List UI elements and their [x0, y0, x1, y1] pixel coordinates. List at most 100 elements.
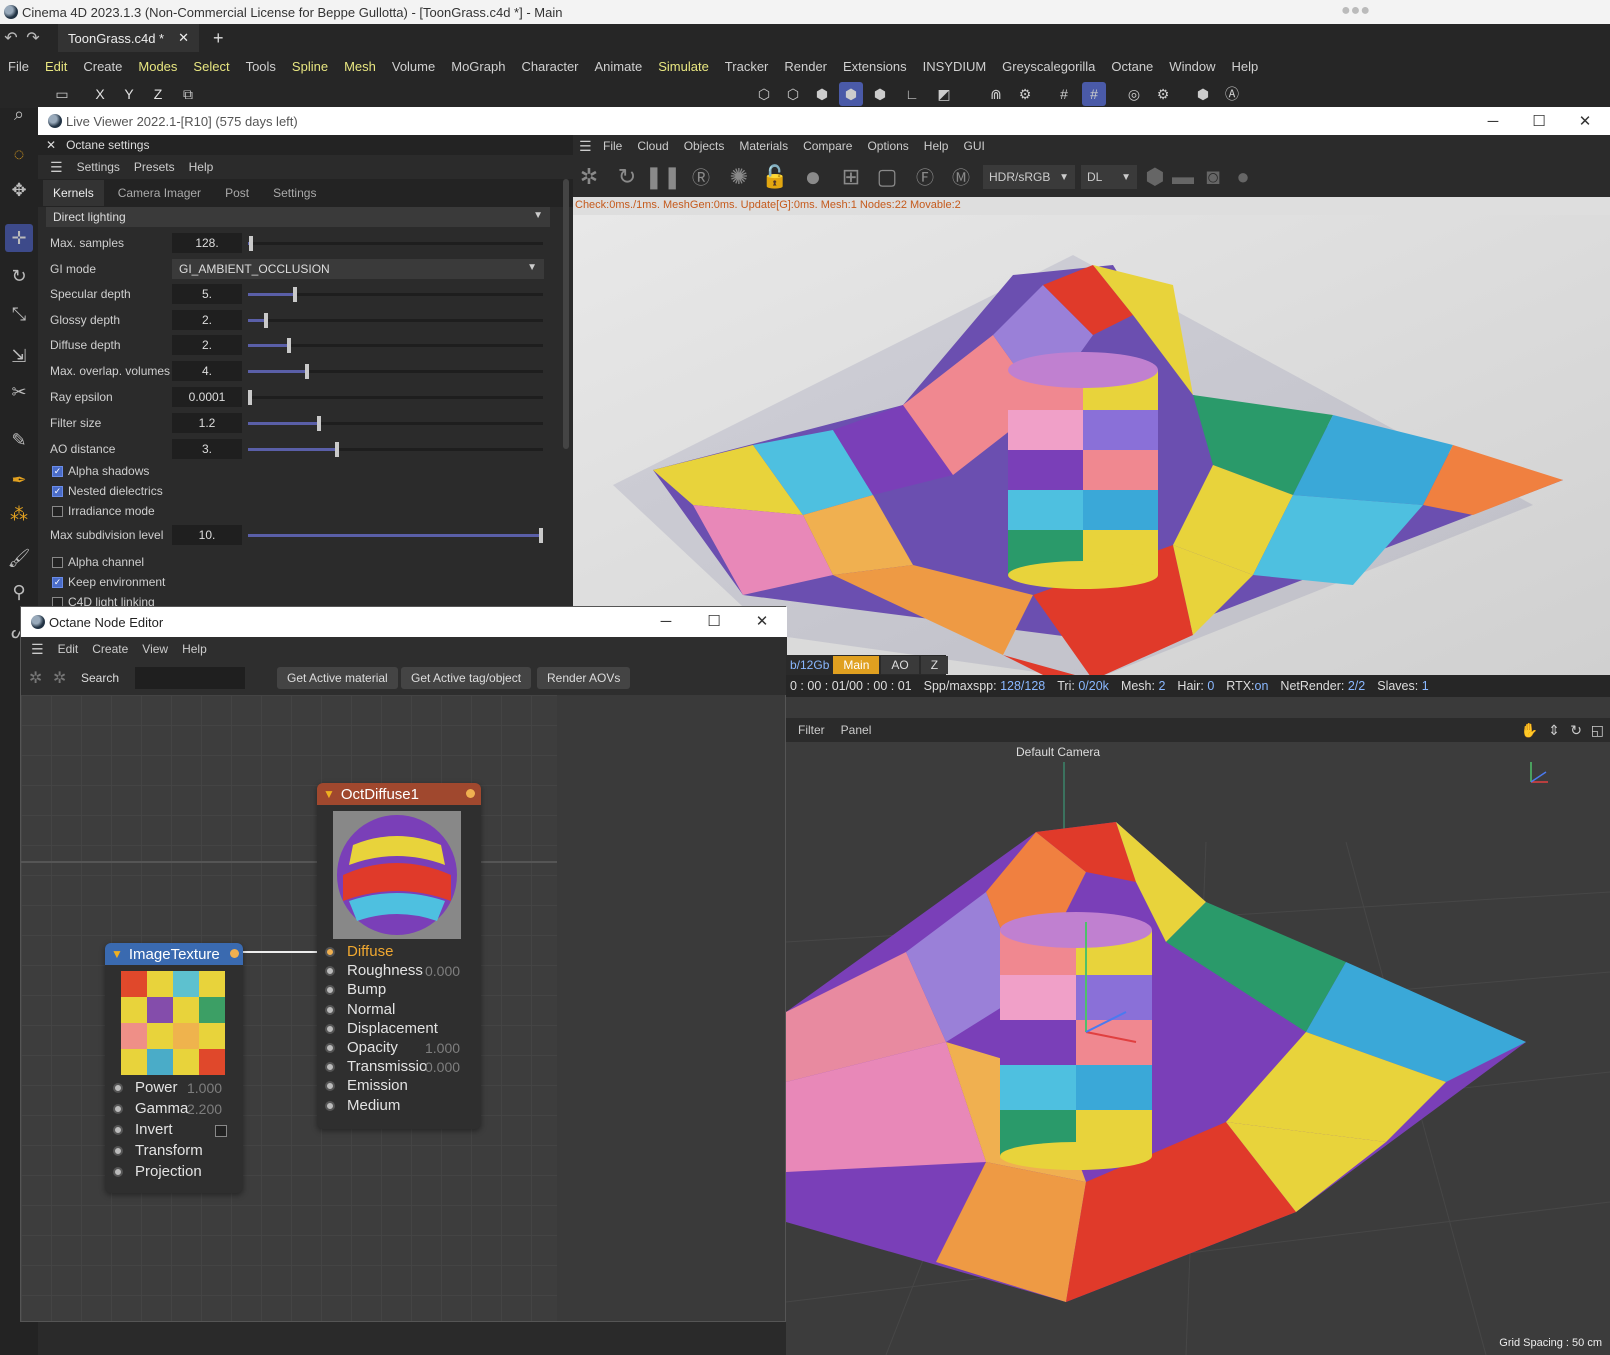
input-pin[interactable] [325, 1100, 335, 1111]
pause-icon[interactable]: ❚❚ [645, 163, 682, 191]
param-value-field[interactable]: 2. [172, 310, 242, 330]
oct-diffuse-node[interactable]: ▼ OctDiffuse1 Diffuse Roughness 0.000 Bump N… [317, 783, 481, 1129]
pass-z-button[interactable]: Z [920, 656, 949, 674]
param-slider[interactable] [248, 313, 543, 328]
search-icon[interactable]: ⌕ [5, 100, 33, 128]
param-value-field[interactable]: 10. [172, 525, 242, 545]
menu-tracker[interactable]: Tracker [725, 59, 769, 74]
coordinate-system-icon[interactable]: ⧉ [176, 82, 200, 106]
checkbox-row[interactable]: Irradiance mode [52, 502, 155, 520]
input-pin[interactable] [325, 1062, 335, 1073]
output-pin[interactable] [230, 949, 239, 958]
param-value-field[interactable]: 0.0001 [172, 387, 242, 407]
hamburger-icon[interactable]: ☰ [579, 138, 592, 155]
pan-icon[interactable]: ✋ [1521, 722, 1538, 739]
select-icon[interactable]: ◌ [5, 140, 33, 168]
menu-volume[interactable]: Volume [392, 59, 435, 74]
checkbox[interactable]: ✓ [52, 576, 63, 588]
output-pin[interactable] [466, 789, 475, 798]
input-pin[interactable] [325, 985, 335, 996]
input-pin[interactable] [325, 947, 335, 957]
spline-tool-icon[interactable]: ✒ [5, 466, 33, 494]
param-slider[interactable] [248, 364, 543, 379]
menu-mograph[interactable]: MoGraph [451, 59, 505, 74]
slider-knob[interactable] [287, 338, 292, 353]
input-pin[interactable] [325, 1004, 335, 1015]
input-pin[interactable] [113, 1083, 123, 1093]
mograph-icon[interactable]: ⁂ [5, 500, 33, 528]
tab-settings[interactable]: Settings [263, 180, 326, 206]
param-slider[interactable] [248, 416, 543, 431]
ne-menu-edit[interactable]: Edit [58, 642, 79, 656]
menu-filter[interactable]: Filter [798, 723, 825, 737]
slider-knob[interactable] [305, 364, 309, 379]
points-mode-icon[interactable]: ⬡ [752, 82, 776, 106]
menu-create[interactable]: Create [83, 59, 122, 74]
menu-modes[interactable]: Modes [138, 59, 177, 74]
checkbox-row[interactable]: ✓ Alpha shadows [52, 462, 149, 480]
menu-file[interactable]: File [8, 59, 29, 74]
sphere-icon[interactable]: ● [1229, 163, 1257, 191]
get-active-material-button[interactable]: Get Active material [277, 667, 398, 689]
render-view-icon[interactable]: ▭ [50, 82, 74, 106]
node-refresh-icon[interactable]: ✲ [53, 668, 66, 688]
sculpt-icon[interactable]: ⚲ [5, 578, 33, 606]
get-active-tag-button[interactable]: Get Active tag/object [401, 667, 532, 689]
move-icon[interactable]: ✛ [5, 224, 33, 252]
close-tab-icon[interactable]: ✕ [178, 30, 189, 46]
material-picker-icon[interactable]: Ⓜ [947, 163, 975, 191]
checkbox[interactable] [52, 556, 63, 568]
menu-edit[interactable]: Edit [45, 59, 67, 74]
dolly-icon[interactable]: ⇕ [1548, 722, 1560, 739]
menu-settings[interactable]: Settings [77, 160, 120, 174]
more-options-icon[interactable]: ●●● [1341, 2, 1370, 20]
menu-greyscalegorilla[interactable]: Greyscalegorilla [1002, 59, 1095, 74]
minimize-icon[interactable]: ─ [1470, 107, 1516, 135]
gi-mode-dropdown[interactable]: GI_AMBIENT_OCCLUSION ▼ [172, 259, 544, 279]
input-pin[interactable] [325, 1081, 335, 1092]
kernel-select[interactable]: DL ▼ [1081, 165, 1137, 189]
workplane-icon[interactable]: ◩ [932, 82, 956, 106]
send-scene-icon[interactable]: ✲ [575, 163, 603, 191]
material-ball-icon[interactable]: ● [799, 161, 827, 192]
kernel-dropdown[interactable]: Direct lighting ▼ [46, 207, 550, 227]
uv-mode-icon[interactable]: ⬢ [868, 82, 892, 106]
slider-knob[interactable] [539, 528, 543, 543]
lv-menu-cloud[interactable]: Cloud [637, 139, 668, 153]
transfer-icon[interactable]: ⇲ [5, 342, 33, 370]
redo-icon[interactable]: ↷ [22, 28, 44, 48]
x-axis-button[interactable]: X [88, 82, 112, 106]
knife-icon[interactable]: ✂ [5, 378, 33, 406]
settings-gear-icon[interactable]: ✺ [725, 163, 753, 191]
lv-menu-gui[interactable]: GUI [963, 139, 984, 153]
menu-insydium[interactable]: INSYDIUM [923, 59, 987, 74]
input-pin[interactable] [113, 1146, 123, 1156]
z-axis-button[interactable]: Z [146, 82, 170, 106]
scale-icon[interactable]: ⤡ [5, 300, 33, 328]
menu-octane[interactable]: Octane [1111, 59, 1153, 74]
close-icon[interactable]: ✕ [1562, 107, 1608, 135]
ne-menu-view[interactable]: View [142, 642, 168, 656]
rotate-icon[interactable]: ↻ [5, 262, 33, 290]
lv-menu-file[interactable]: File [603, 139, 622, 153]
lv-menu-options[interactable]: Options [867, 139, 908, 153]
tab-kernels[interactable]: Kernels [43, 180, 104, 206]
menu-select[interactable]: Select [193, 59, 229, 74]
auto-key-icon[interactable]: Ⓐ [1220, 82, 1244, 106]
restart-render-icon[interactable]: ↻ [613, 163, 641, 191]
lock-icon[interactable]: 🔓 [761, 163, 789, 191]
input-pin[interactable] [113, 1167, 123, 1177]
object-icon[interactable]: ⬢ [1141, 163, 1169, 191]
param-value-field[interactable]: 128. [172, 233, 242, 253]
snap-magnet-icon[interactable]: ⋒ [984, 82, 1008, 106]
render-aovs-button[interactable]: Render AOVs [537, 667, 631, 689]
search-input[interactable] [135, 667, 245, 689]
lv-menu-materials[interactable]: Materials [739, 139, 788, 153]
film-region-icon[interactable]: ▢ [873, 163, 901, 191]
input-pin[interactable] [325, 1043, 335, 1053]
collapse-triangle-icon[interactable]: ▼ [323, 787, 335, 801]
maximize-view-icon[interactable]: ◱ [1591, 722, 1604, 739]
menu-window[interactable]: Window [1169, 59, 1215, 74]
y-axis-button[interactable]: Y [117, 82, 141, 106]
orbit-icon[interactable]: ↻ [1570, 722, 1582, 739]
